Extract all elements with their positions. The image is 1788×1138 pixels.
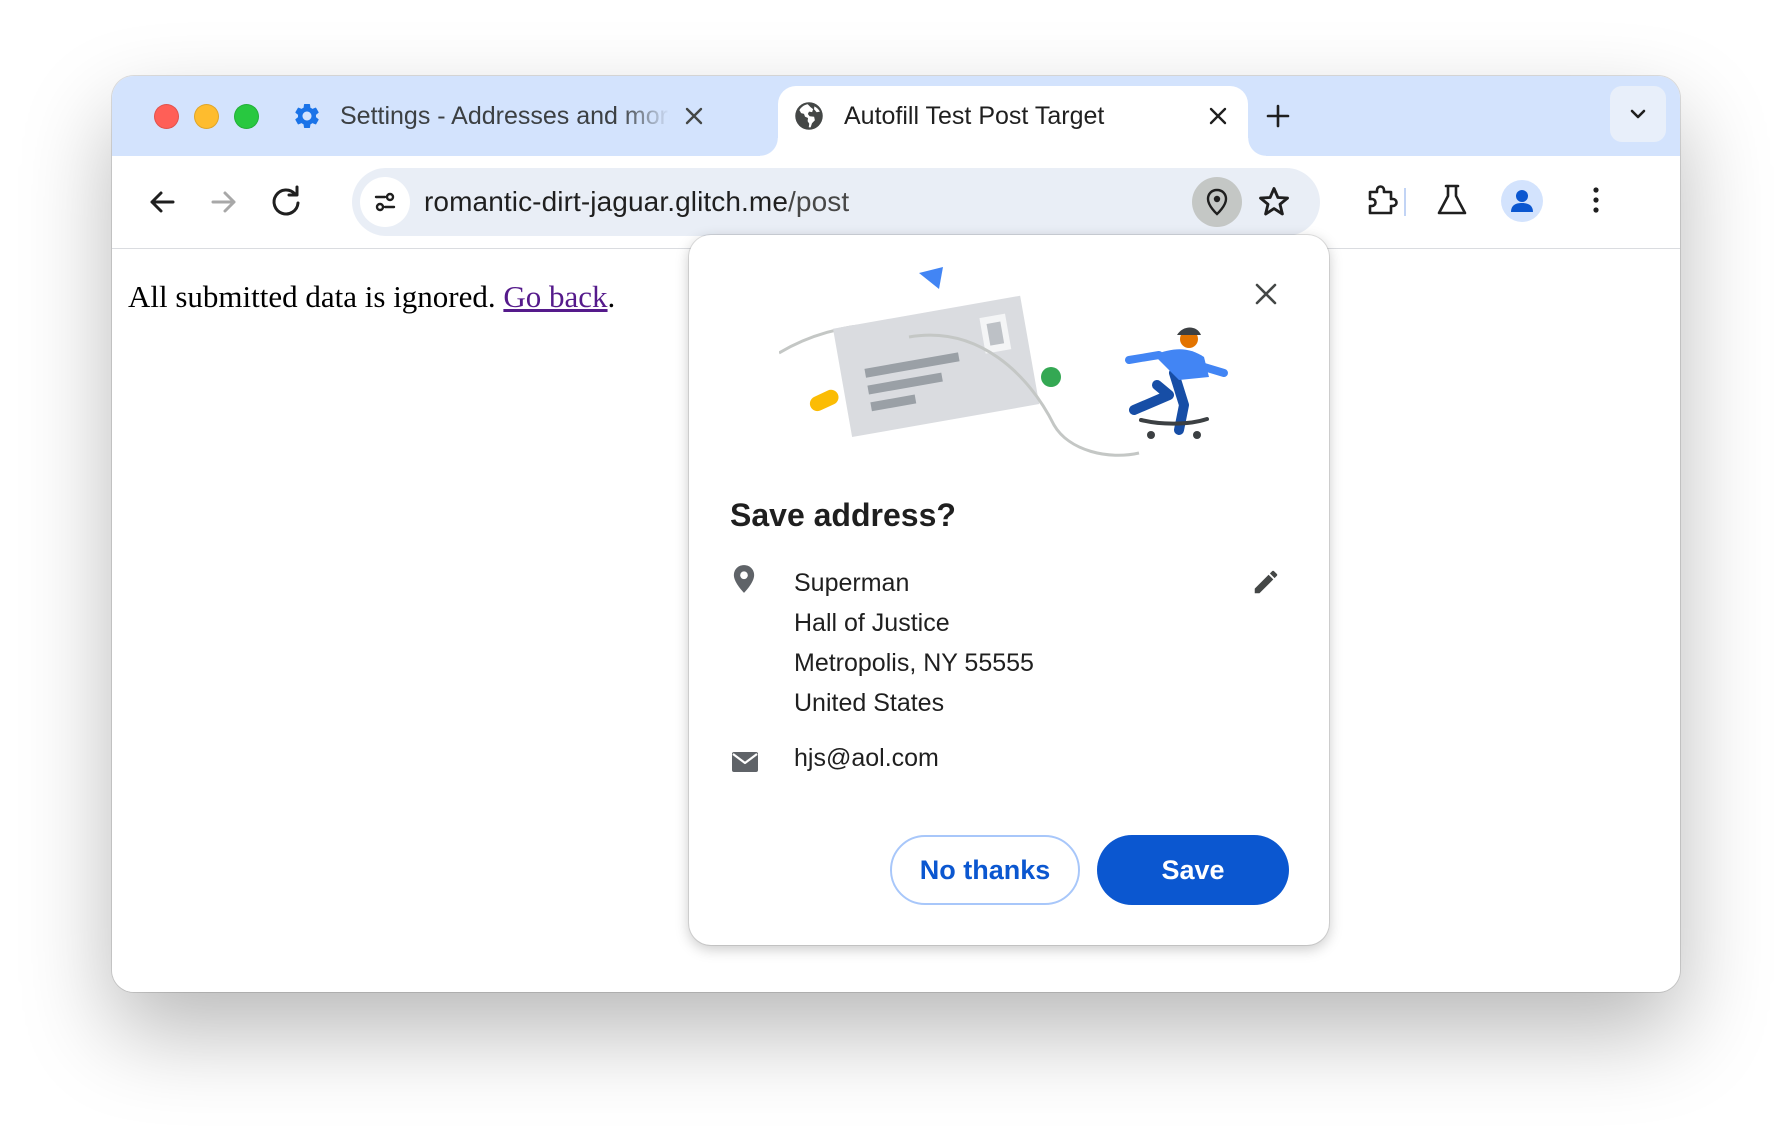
address-line: Superman [794,569,910,597]
page-message-suffix: . [607,279,616,314]
edit-address-button[interactable] [1251,567,1281,597]
location-pin-icon [733,565,755,593]
address-lines: Superman Hall of Justice Metropolis, NY … [794,563,1034,723]
address-line: United States [794,689,945,717]
page-message: All submitted data is ignored. Go back. [128,279,615,315]
location-pin-icon [1206,188,1228,216]
pencil-icon [1254,570,1278,594]
site-info-button[interactable] [360,177,410,227]
menu-button[interactable] [1576,180,1620,224]
toolbar-divider [1404,188,1406,216]
tab-search-button[interactable] [1610,86,1666,142]
plus-icon [1266,104,1290,128]
star-icon [1259,187,1289,216]
tab-title: Settings - Addresses and more [340,102,670,130]
tune-icon [374,192,396,212]
address-bar[interactable]: romantic-dirt-jaguar.glitch.me/post [352,168,1320,236]
bubble-close-button[interactable] [1253,281,1279,307]
url-text[interactable]: romantic-dirt-jaguar.glitch.me/post [424,186,849,218]
puzzle-piece-icon [1368,185,1398,215]
close-icon [1255,283,1277,305]
tab-strip: Settings - Addresses and more Autofill T… [112,76,1680,156]
window-close-button[interactable] [154,104,179,129]
tab-title: Autofill Test Post Target [844,102,1105,130]
url-host: romantic-dirt-jaguar.glitch.me [424,186,789,217]
bookmark-button[interactable] [1256,184,1292,220]
person-icon [1511,190,1533,212]
profile-avatar[interactable] [1501,180,1543,222]
arrow-right-icon [211,191,236,213]
email-text: hjs@aol.com [794,744,939,772]
window-minimize-button[interactable] [194,104,219,129]
url-path: /post [788,186,850,217]
reload-icon [272,185,300,216]
forward-button[interactable] [204,182,244,222]
tab-autofill-test-post-target[interactable]: Autofill Test Post Target [760,86,1266,156]
new-tab-button[interactable] [1262,100,1294,132]
go-back-link[interactable]: Go back [503,279,607,314]
tab-close-icon[interactable] [682,104,706,128]
extensions-button[interactable] [1362,180,1406,224]
bubble-title: Save address? [730,497,956,533]
save-address-illustration [779,267,1228,457]
chevron-down-icon [1630,109,1646,119]
save-address-icon-button[interactable] [1192,177,1242,227]
page-message-text: All submitted data is ignored. [128,279,504,314]
tab-settings[interactable]: Settings - Addresses and more [292,86,703,156]
address-line: Hall of Justice [794,609,950,637]
no-thanks-button[interactable]: No thanks [890,835,1080,905]
reload-button[interactable] [266,182,306,222]
labs-button[interactable] [1432,180,1476,224]
arrow-left-icon [150,191,175,213]
save-address-bubble: Save address? Superman Hall of Justice M… [689,235,1329,945]
flask-icon [1437,184,1467,215]
globe-icon [794,101,824,131]
address-line: Metropolis, NY 55555 [794,649,1034,677]
back-button[interactable] [142,182,182,222]
mail-icon [732,752,758,772]
tab-close-icon[interactable] [1206,104,1230,128]
save-button[interactable]: Save [1097,835,1289,905]
window-zoom-button[interactable] [234,104,259,129]
gear-icon [292,101,322,131]
more-vertical-icon [1593,187,1599,213]
